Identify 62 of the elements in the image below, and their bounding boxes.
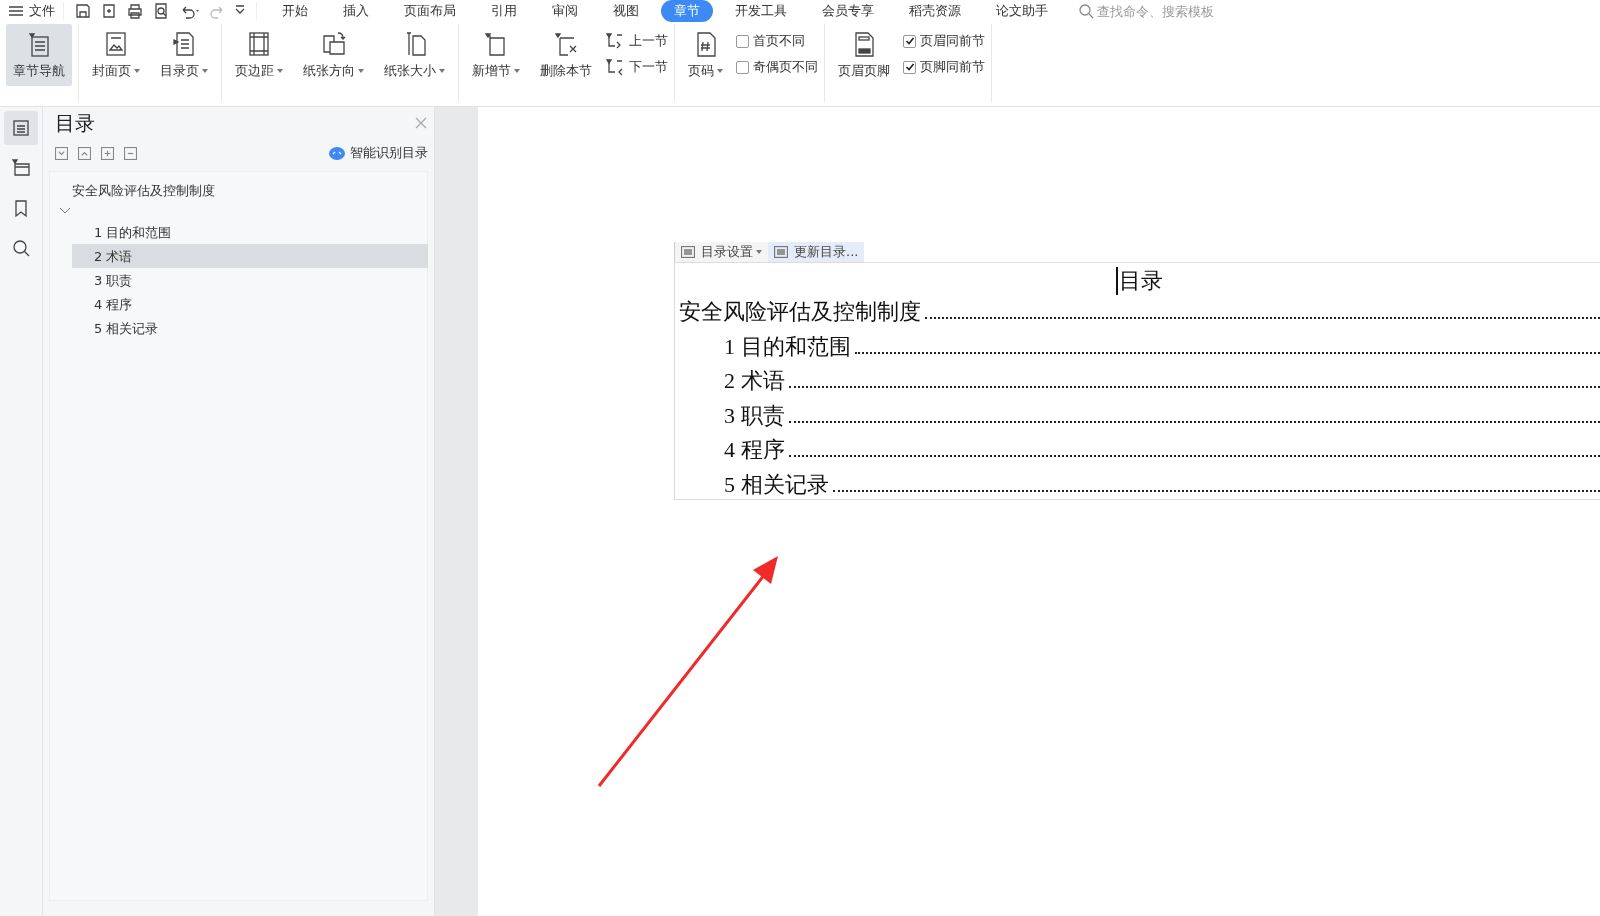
toc-entry[interactable]: 安全风险评估及控制制度 bbox=[679, 297, 921, 327]
ribbon-button[interactable]: 目录页 bbox=[153, 24, 215, 86]
ribbon-tab[interactable]: 视图 bbox=[600, 0, 652, 22]
ribbon-button[interactable]: 章节导航 bbox=[6, 24, 72, 86]
toc-entry[interactable]: 2 术语 bbox=[724, 366, 785, 396]
outline-item[interactable]: 3 职责 bbox=[72, 268, 428, 292]
toc-entry[interactable]: 3 职责 bbox=[724, 400, 785, 431]
checkbox[interactable] bbox=[736, 34, 749, 48]
checkbox-label: 奇偶页不同 bbox=[753, 58, 818, 76]
section-nav-button[interactable]: 上一节 bbox=[605, 32, 668, 50]
plus-icon[interactable] bbox=[101, 146, 114, 160]
ribbon-button[interactable]: 删除本节 bbox=[533, 24, 599, 86]
checkbox-label: 页眉同前节 bbox=[920, 32, 985, 50]
ribbon-tab[interactable]: 引用 bbox=[478, 0, 530, 22]
ribbon-tab[interactable]: 插入 bbox=[330, 0, 382, 22]
menu-icon[interactable] bbox=[8, 5, 24, 17]
toc-toolbar-button[interactable]: 目录设置 bbox=[675, 242, 768, 262]
print-icon[interactable] bbox=[126, 2, 144, 20]
checkbox-label: 页脚同前节 bbox=[920, 58, 985, 76]
list-icon[interactable] bbox=[11, 118, 31, 138]
outline-item[interactable]: 2 术语 bbox=[72, 244, 428, 268]
ribbon-tab[interactable]: 开始 bbox=[269, 0, 321, 22]
cloud-icon bbox=[329, 146, 345, 160]
toc-toolbar-button[interactable]: 更新目录... bbox=[768, 242, 865, 262]
section-nav-button[interactable]: 下一节 bbox=[605, 58, 668, 76]
ribbon-tab[interactable]: 开发工具 bbox=[722, 0, 800, 22]
up-arrow-icon[interactable] bbox=[605, 32, 625, 50]
outline-item[interactable]: 5 相关记录 bbox=[72, 316, 428, 340]
outline-item[interactable]: 4 程序 bbox=[72, 292, 428, 316]
save-icon[interactable] bbox=[74, 2, 92, 20]
print-preview-icon[interactable] bbox=[152, 2, 170, 20]
outline-item[interactable]: 1 目的和范围 bbox=[72, 220, 428, 244]
list-icon[interactable] bbox=[681, 246, 695, 258]
ribbon-tab[interactable]: 论文助手 bbox=[983, 0, 1061, 22]
checkbox-label: 首页不同 bbox=[753, 32, 805, 50]
ribbon-tab[interactable]: 会员专享 bbox=[809, 0, 887, 22]
contents-tab[interactable] bbox=[4, 111, 38, 145]
expand-all-icon[interactable] bbox=[55, 146, 68, 160]
ribbon-button[interactable]: 纸张大小 bbox=[377, 24, 452, 86]
ribbon-button[interactable]: 页码 bbox=[681, 24, 730, 86]
ribbon-button[interactable]: 页眉页脚 bbox=[831, 24, 897, 86]
search-icon[interactable] bbox=[11, 238, 31, 258]
ribbon-button[interactable]: 新增节 bbox=[465, 24, 527, 86]
minus-icon[interactable] bbox=[124, 146, 137, 160]
toc-entry[interactable]: 1 目的和范围 bbox=[724, 331, 851, 362]
ribbon-button[interactable]: 封面页 bbox=[85, 24, 147, 86]
ribbon-button[interactable]: 纸张方向 bbox=[296, 24, 371, 86]
toc-title: 目录 bbox=[1116, 267, 1163, 295]
ribbon-tab[interactable]: 审阅 bbox=[539, 0, 591, 22]
file-menu[interactable]: 文件 bbox=[0, 2, 63, 20]
toc-entry[interactable]: 4 程序 bbox=[724, 435, 785, 465]
panel-title: 目录 bbox=[55, 109, 95, 137]
section-icon[interactable] bbox=[11, 158, 31, 178]
toc-entry[interactable]: 5 相关记录 bbox=[724, 469, 829, 500]
collapse-all-icon[interactable] bbox=[78, 146, 91, 160]
smart-toc-button[interactable]: 智能识别目录 bbox=[329, 144, 428, 162]
ribbon-tab[interactable]: 稻壳资源 bbox=[896, 0, 974, 22]
ribbon-button[interactable]: 页边距 bbox=[228, 24, 290, 86]
down-arrow-icon[interactable] bbox=[605, 58, 625, 76]
ribbon-tab[interactable]: 页面布局 bbox=[391, 0, 469, 22]
checkbox[interactable] bbox=[736, 60, 749, 74]
outline-item[interactable]: 安全风险评估及控制制度 bbox=[50, 178, 406, 202]
